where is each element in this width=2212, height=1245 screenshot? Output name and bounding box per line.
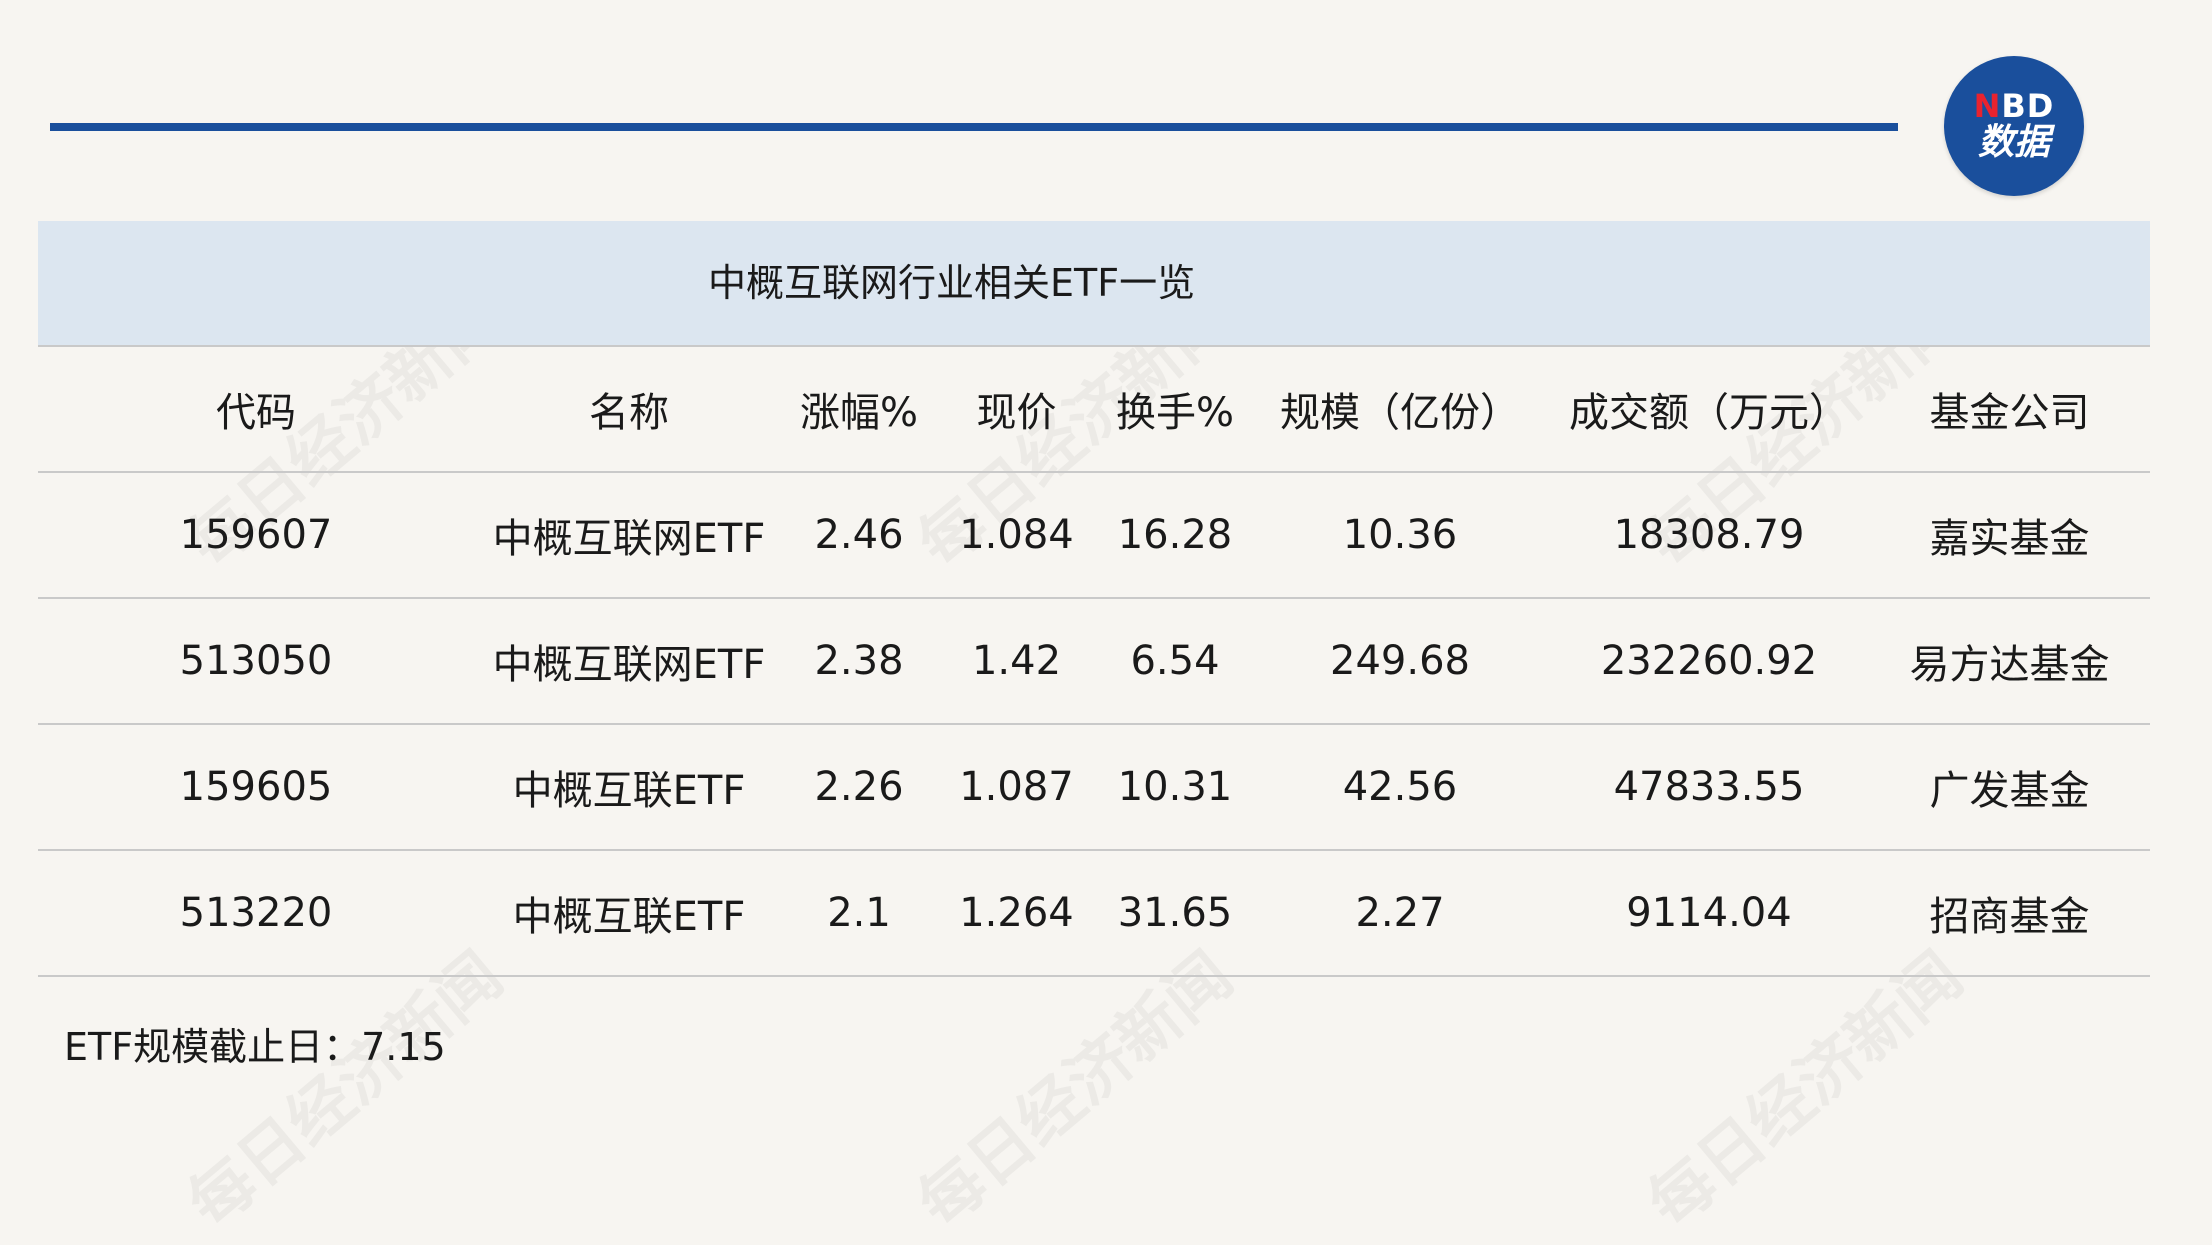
cell-name: 中概互联网ETF [474, 598, 784, 725]
column-header: 成交额（万元） [1549, 347, 1869, 473]
cell-name: 中概互联ETF [474, 850, 784, 977]
cell-scale: 2.27 [1251, 850, 1549, 977]
cell-volume: 18308.79 [1549, 472, 1869, 599]
column-header: 现价 [934, 347, 1099, 473]
table-row: 159607 中概互联网ETF 2.46 1.084 16.28 10.36 1… [38, 472, 2150, 599]
logo-subtitle: 数据 [1977, 121, 2050, 163]
cell-scale: 249.68 [1251, 598, 1549, 725]
cell-volume: 232260.92 [1549, 598, 1869, 725]
column-header: 涨幅% [784, 347, 934, 473]
cell-price: 1.264 [934, 850, 1099, 977]
cell-company: 嘉实基金 [1869, 472, 2150, 599]
cell-change: 2.1 [784, 850, 934, 977]
table-row: 513050 中概互联网ETF 2.38 1.42 6.54 249.68 23… [38, 598, 2150, 725]
table-header-row: 代码 名称 涨幅% 现价 换手% 规模（亿份） 成交额（万元） 基金公司 [38, 347, 2150, 473]
cell-change: 2.38 [784, 598, 934, 725]
cell-change: 2.46 [784, 472, 934, 599]
cell-name: 中概互联网ETF [474, 472, 784, 599]
cell-turnover: 16.28 [1099, 472, 1251, 599]
cell-code: 159607 [38, 472, 474, 599]
cell-company: 招商基金 [1869, 850, 2150, 977]
cell-code: 159605 [38, 724, 474, 851]
footnote: ETF规模截止日：7.15 [64, 1025, 446, 1069]
cell-price: 1.42 [934, 598, 1099, 725]
table-title: 中概互联网行业相关ETF一览 [708, 261, 1196, 305]
cell-scale: 42.56 [1251, 724, 1549, 851]
cell-code: 513220 [38, 850, 474, 977]
column-header: 代码 [38, 347, 474, 473]
etf-table: 中概互联网行业相关ETF一览 代码 名称 涨幅% 现价 换手% 规模（亿份） 成… [38, 221, 2150, 977]
logo-brand: NBD [1973, 87, 2055, 126]
cell-company: 易方达基金 [1869, 598, 2150, 725]
etf-data-table: 代码 名称 涨幅% 现价 换手% 规模（亿份） 成交额（万元） 基金公司 159… [38, 347, 2150, 977]
cell-turnover: 6.54 [1099, 598, 1251, 725]
cell-turnover: 31.65 [1099, 850, 1251, 977]
cell-price: 1.084 [934, 472, 1099, 599]
table-row: 159605 中概互联ETF 2.26 1.087 10.31 42.56 47… [38, 724, 2150, 851]
column-header: 规模（亿份） [1251, 347, 1549, 473]
column-header: 基金公司 [1869, 347, 2150, 473]
table-title-bar: 中概互联网行业相关ETF一览 [38, 221, 2150, 347]
cell-change: 2.26 [784, 724, 934, 851]
cell-turnover: 10.31 [1099, 724, 1251, 851]
header-rule [50, 123, 1898, 131]
cell-code: 513050 [38, 598, 474, 725]
cell-price: 1.087 [934, 724, 1099, 851]
cell-volume: 9114.04 [1549, 850, 1869, 977]
cell-name: 中概互联ETF [474, 724, 784, 851]
column-header: 换手% [1099, 347, 1251, 473]
cell-company: 广发基金 [1869, 724, 2150, 851]
cell-volume: 47833.55 [1549, 724, 1869, 851]
column-header: 名称 [474, 347, 784, 473]
table-row: 513220 中概互联ETF 2.1 1.264 31.65 2.27 9114… [38, 850, 2150, 977]
nbd-logo: NBD 数据 [1944, 56, 2084, 196]
cell-scale: 10.36 [1251, 472, 1549, 599]
